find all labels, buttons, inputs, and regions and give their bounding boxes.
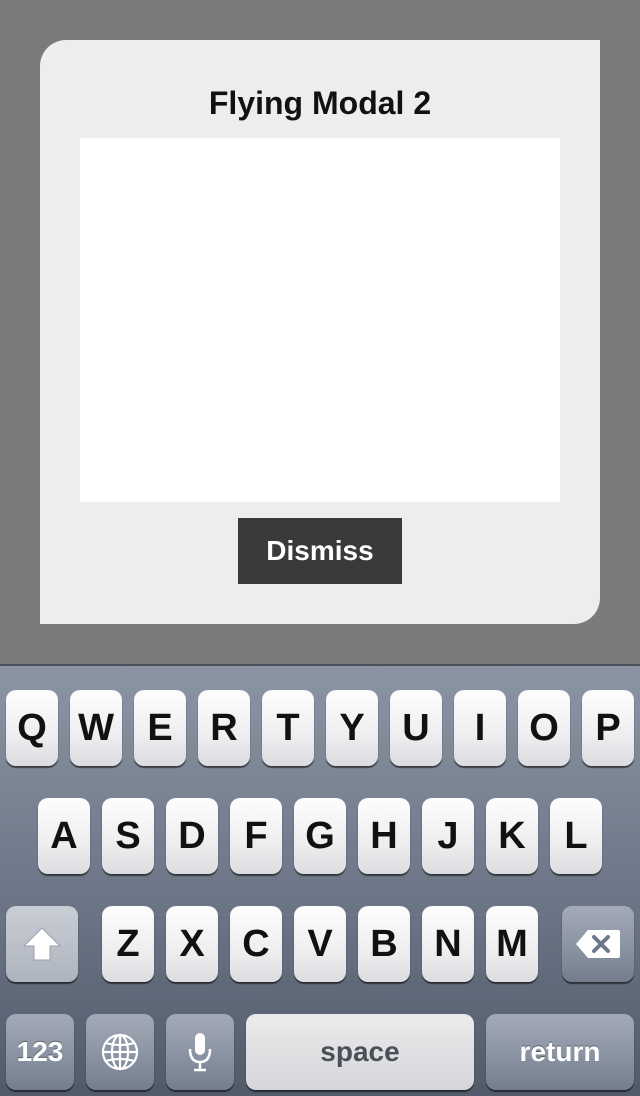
key-k[interactable]: K — [486, 798, 538, 874]
modal-title: Flying Modal 2 — [208, 85, 432, 121]
key-d[interactable]: D — [166, 798, 218, 874]
dismiss-button[interactable]: Dismiss — [238, 518, 402, 584]
key-n[interactable]: N — [422, 906, 474, 982]
shift-key[interactable] — [6, 906, 78, 982]
key-t[interactable]: T — [262, 690, 314, 766]
numbers-key[interactable]: 123 — [6, 1014, 74, 1090]
return-key[interactable]: return — [486, 1014, 634, 1090]
key-m[interactable]: M — [486, 906, 538, 982]
delete-key[interactable] — [562, 906, 634, 982]
key-j[interactable]: J — [422, 798, 474, 874]
globe-key[interactable] — [86, 1014, 154, 1090]
key-u[interactable]: U — [390, 690, 442, 766]
key-l[interactable]: L — [550, 798, 602, 874]
key-w[interactable]: W — [70, 690, 122, 766]
key-p[interactable]: P — [582, 690, 634, 766]
key-g[interactable]: G — [294, 798, 346, 874]
key-a[interactable]: A — [38, 798, 90, 874]
shift-up-arrow-icon — [22, 927, 62, 961]
modal-text-area[interactable] — [80, 138, 560, 502]
backspace-icon — [576, 930, 620, 958]
key-i[interactable]: I — [454, 690, 506, 766]
key-r[interactable]: R — [198, 690, 250, 766]
key-o[interactable]: O — [518, 690, 570, 766]
dictation-key[interactable] — [166, 1014, 234, 1090]
space-key[interactable]: space — [246, 1014, 474, 1090]
key-b[interactable]: B — [358, 906, 410, 982]
microphone-icon — [188, 1033, 212, 1072]
key-z[interactable]: Z — [102, 906, 154, 982]
key-v[interactable]: V — [294, 906, 346, 982]
onscreen-keyboard: Q W E R T Y U I O P A S D F G H J K L Z … — [0, 664, 640, 1096]
key-c[interactable]: C — [230, 906, 282, 982]
key-e[interactable]: E — [134, 690, 186, 766]
key-h[interactable]: H — [358, 798, 410, 874]
key-q[interactable]: Q — [6, 690, 58, 766]
key-y[interactable]: Y — [326, 690, 378, 766]
globe-icon — [101, 1033, 139, 1071]
key-f[interactable]: F — [230, 798, 282, 874]
key-s[interactable]: S — [102, 798, 154, 874]
key-x[interactable]: X — [166, 906, 218, 982]
